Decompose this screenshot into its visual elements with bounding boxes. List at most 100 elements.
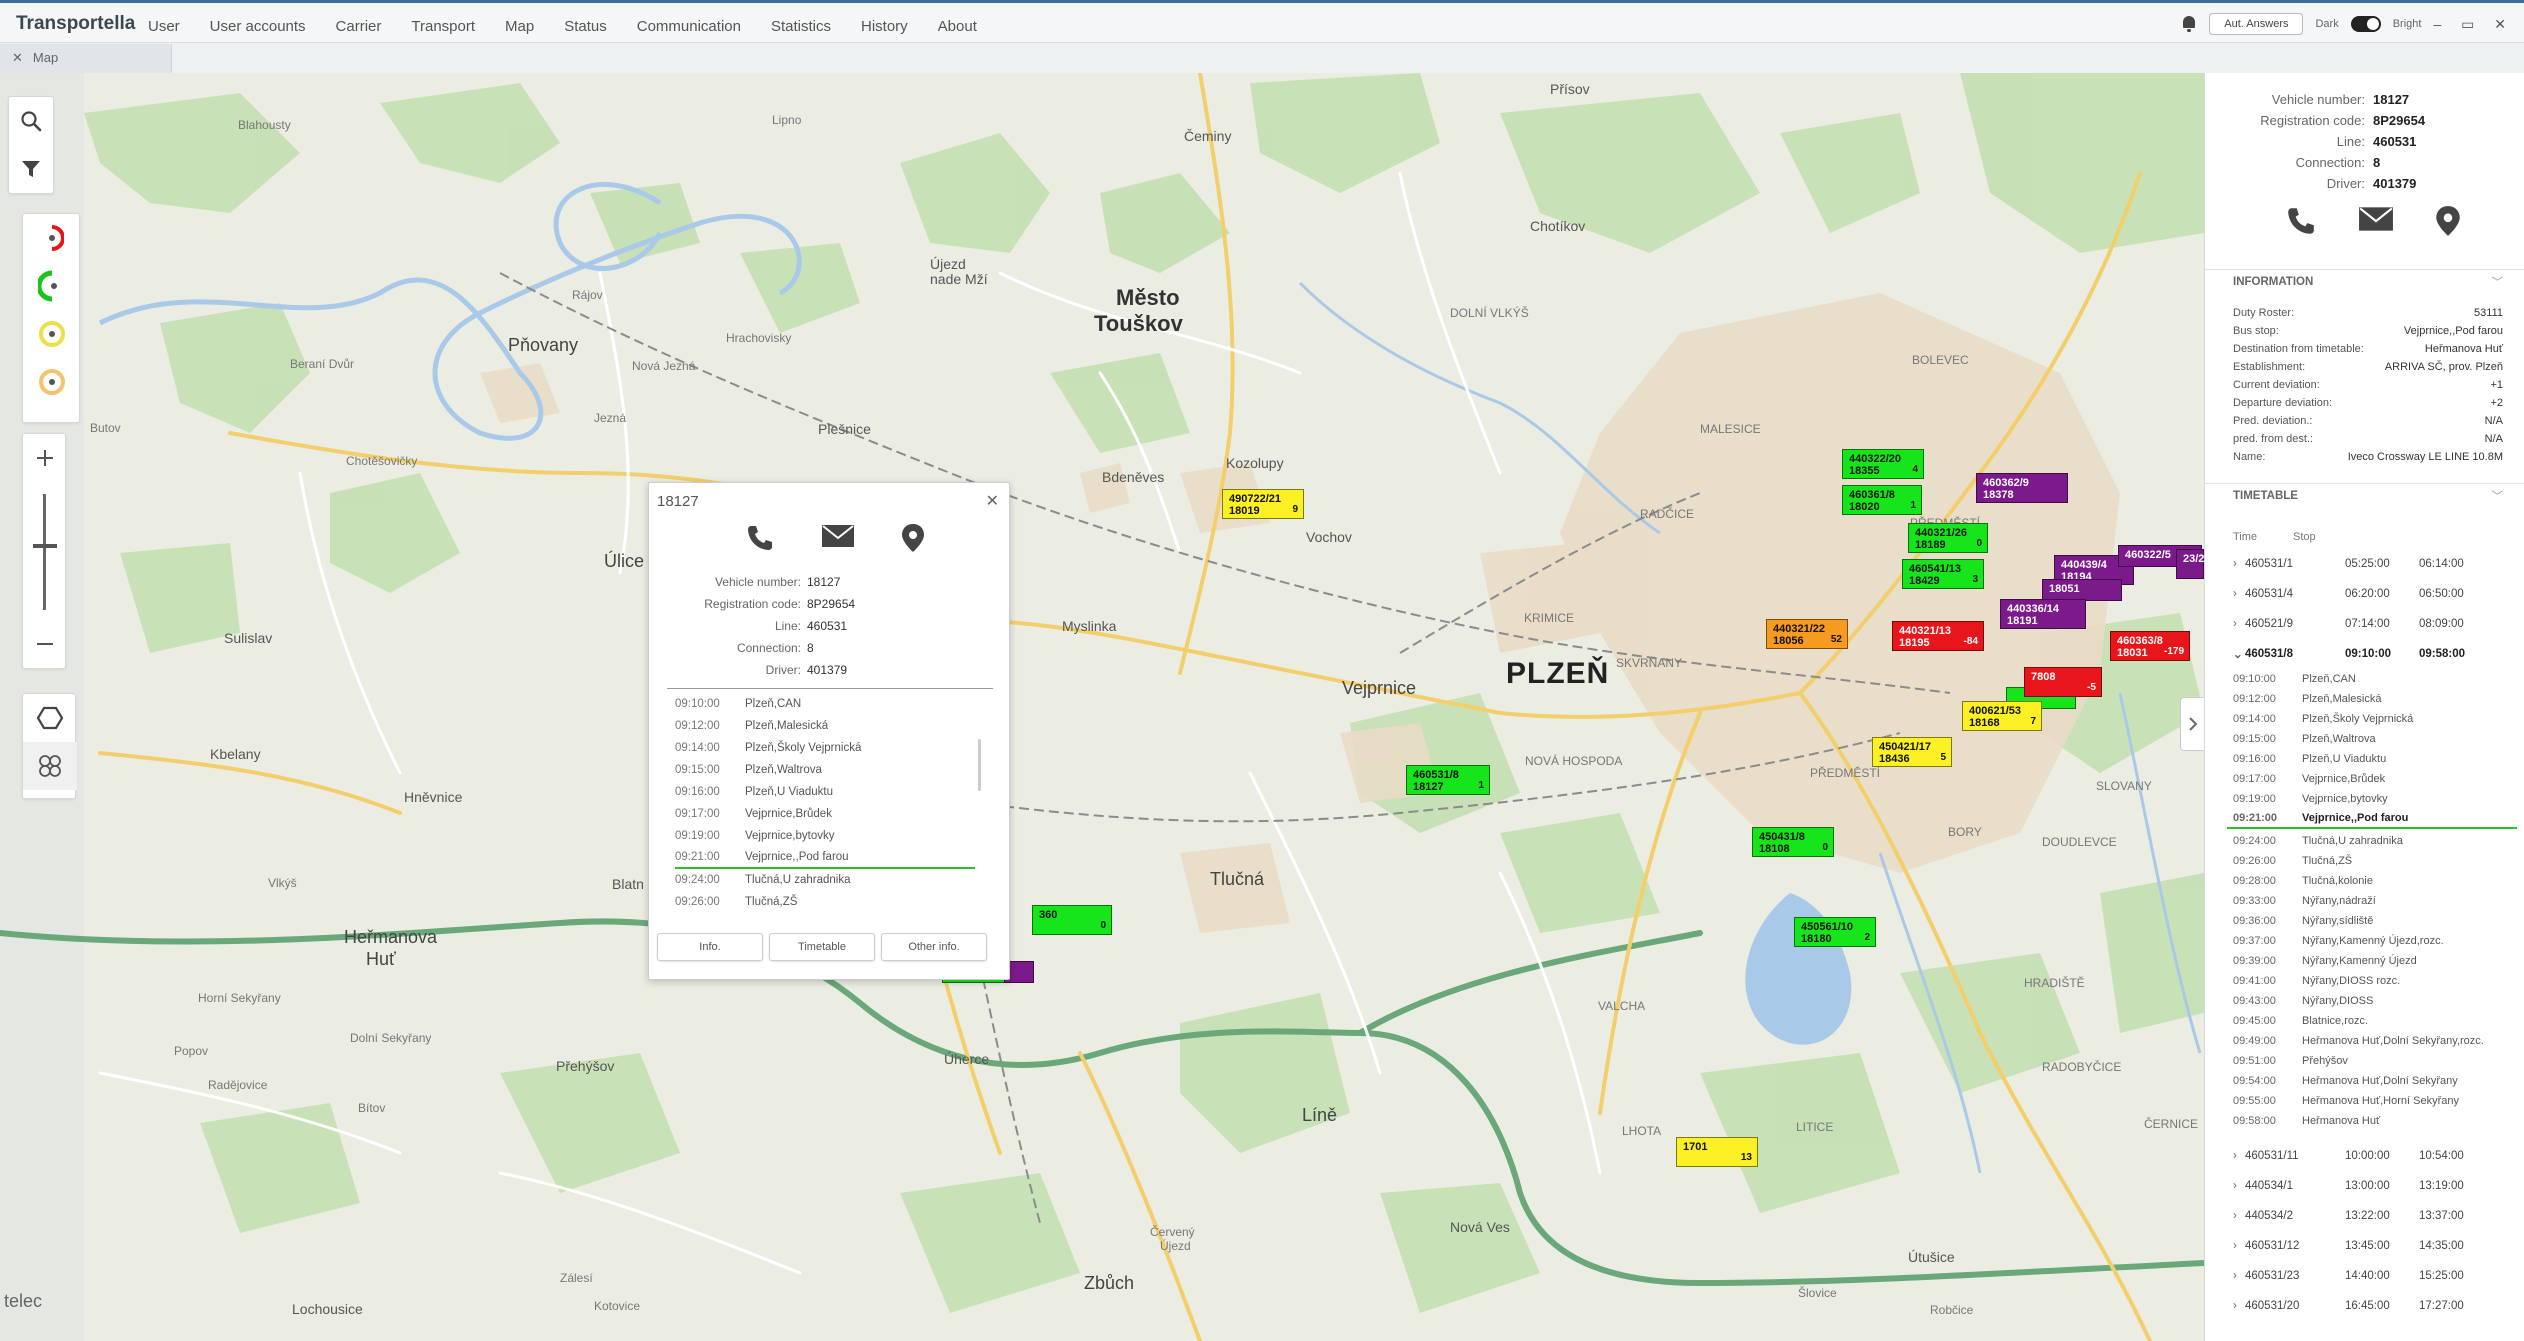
status-red-button[interactable] (23, 214, 81, 262)
trip-row[interactable]: › 460531/11 10:00:00 10:54:00 (2233, 1145, 2503, 1167)
vehicle-tag[interactable]: 460363/8 18031 -179 (2110, 631, 2190, 661)
vehicle-number: 18127 (1413, 781, 1444, 793)
status-green-icon (38, 270, 57, 302)
popup-close-button[interactable]: ✕ (986, 491, 999, 511)
place-bdeneves: Bdeněves (1102, 469, 1165, 485)
mail-icon[interactable] (821, 523, 855, 549)
menu-map[interactable]: Map (505, 18, 534, 35)
theme-toggle[interactable] (2350, 16, 2381, 32)
map-view[interactable]: Město Touškov PLZEŇ Vejprnice Úlice Tluč… (0, 73, 2204, 1341)
theme-bright-label: Bright (2392, 18, 2422, 30)
aut-answers-button[interactable]: Aut. Answers (2209, 13, 2304, 35)
menu-communication[interactable]: Communication (637, 18, 741, 35)
timetable-button[interactable]: Timetable (769, 933, 875, 961)
vehicle-number: 18019 (1229, 505, 1260, 517)
trip-row[interactable]: › 440534/2 13:22:00 13:37:00 (2233, 1205, 2503, 1227)
vehicle-tag-selected[interactable]: 460531/8 18127 1 (1406, 765, 1490, 795)
other-info-button[interactable]: Other info. (881, 933, 987, 961)
place-chotikov: Chotíkov (1530, 218, 1586, 234)
place-popov: Popov (174, 1044, 209, 1058)
vehicle-tag[interactable]: 23/2 (2176, 549, 2204, 579)
vehicle-number: 18108 (1759, 843, 1790, 855)
zoom-slider[interactable] (43, 494, 46, 610)
place-litice: LITICE (1796, 1120, 1834, 1134)
place-cerveny: Červený (1150, 1225, 1195, 1239)
vehicle-tag[interactable]: 440322/20 18355 4 (1842, 449, 1924, 479)
window-controls[interactable]: – ▭ ✕ (2433, 16, 2514, 33)
mail-icon[interactable] (2358, 205, 2394, 233)
info-button[interactable]: Info. (657, 933, 763, 961)
trip-row[interactable]: › 460521/9 07:14:00 08:09:00 (2233, 613, 2503, 635)
place-nova-hospoda: NOVÁ HOSPODA (1525, 754, 1623, 768)
menu-history[interactable]: History (861, 18, 908, 35)
place-robcice: Robčice (1930, 1303, 1974, 1317)
vehicle-tag[interactable]: 18051 (2042, 579, 2122, 601)
bell-icon[interactable] (2181, 15, 2197, 33)
app-title: Transportella (16, 13, 136, 34)
menu-statistics[interactable]: Statistics (771, 18, 831, 35)
menu-carrier[interactable]: Carrier (336, 18, 382, 35)
trip-row-expanded[interactable]: ⌄ 460531/8 09:10:00 09:58:00 (2233, 643, 2503, 665)
status-yellow-button[interactable] (23, 310, 81, 358)
zoom-slider-handle[interactable] (33, 544, 57, 548)
vehicle-tag[interactable]: 7808 -5 (2024, 667, 2102, 697)
phone-icon[interactable] (745, 523, 775, 553)
location-icon[interactable] (2435, 205, 2461, 237)
trip-row[interactable]: › 460531/23 14:40:00 15:25:00 (2233, 1265, 2503, 1287)
vehicle-tag[interactable]: 440321/13 18195 -84 (1892, 621, 1984, 651)
status-green-button[interactable] (23, 262, 81, 310)
vehicle-tag[interactable]: 360 0 (1032, 905, 1112, 935)
vehicle-tag[interactable]: 450561/10 18180 2 (1794, 917, 1876, 947)
zoom-out-button[interactable] (23, 620, 67, 668)
trip-row[interactable]: › 460531/12 13:45:00 14:35:00 (2233, 1235, 2503, 1257)
vehicle-tag[interactable]: 450421/17 18436 5 (1872, 737, 1952, 767)
vehicle-deviation: 9 (1292, 504, 1298, 515)
panel-field-driver: Driver: 401379 (2326, 176, 2417, 191)
trip-row[interactable]: › 460531/1 05:25:00 06:14:00 (2233, 553, 2503, 575)
trip-row[interactable]: › 440534/1 13:00:00 13:19:00 (2233, 1175, 2503, 1197)
trip-row[interactable]: › 460531/4 06:20:00 06:50:00 (2233, 583, 2503, 605)
zoom-controls (22, 433, 66, 669)
popup-scrollbar[interactable] (978, 739, 981, 791)
trip-row[interactable]: › 460531/20 16:45:00 17:27:00 (2233, 1295, 2503, 1317)
menu-about[interactable]: About (938, 18, 977, 35)
place-hnevnice: Hněvnice (404, 789, 463, 805)
vehicle-tag[interactable]: 460541/13 18429 3 (1902, 559, 1984, 589)
popup-stop-list[interactable]: 09:10:00 Plzeň,CAN 09:12:00 Plzeň,Malesick… (675, 693, 975, 913)
place-slovany: SLOVANY (2096, 779, 2152, 793)
polygon-tool-button[interactable] (23, 694, 77, 742)
place-telec: telec (4, 1291, 43, 1311)
vehicle-tag[interactable]: 490722/21 18019 9 (1222, 489, 1304, 519)
vehicle-line: 400621/53 (1969, 705, 2021, 717)
zoom-in-button[interactable] (23, 434, 67, 482)
close-tab-icon[interactable]: ✕ (12, 50, 23, 65)
menu-status[interactable]: Status (564, 18, 607, 35)
place-nova-jezna: Nová Jezná (632, 359, 696, 373)
cluster-tool-button[interactable] (23, 742, 77, 790)
menu-user[interactable]: User (148, 18, 180, 35)
panel-collapse-button[interactable] (2180, 697, 2204, 751)
vehicle-tag[interactable]: 450431/8 18108 0 (1752, 827, 1834, 857)
vehicle-tag[interactable]: 440321/22 18056 52 (1766, 619, 1848, 649)
location-icon[interactable] (901, 523, 925, 553)
place-sulislav: Sulislav (224, 630, 273, 646)
vehicle-line: 450431/8 (1759, 831, 1805, 843)
phone-icon[interactable] (2285, 205, 2317, 237)
menu-user-accounts[interactable]: User accounts (210, 18, 306, 35)
stop-row: 09:43:00 Nýřany,DIOSS (2233, 995, 2374, 1007)
timetable-section-header[interactable]: TIMETABLE ﹀ (2205, 483, 2524, 511)
vehicle-tag[interactable]: 440336/14 18191 (2000, 599, 2086, 629)
vehicle-line: 440321/22 (1773, 623, 1825, 635)
vehicle-tag[interactable]: 400621/53 18168 7 (1962, 701, 2042, 731)
map-filter-button[interactable] (9, 145, 53, 193)
vehicle-tag[interactable]: 1701 13 (1676, 1137, 1758, 1167)
status-orange-button[interactable] (23, 358, 81, 406)
information-section-header[interactable]: INFORMATION ﹀ (2205, 269, 2524, 297)
vehicle-tag[interactable]: 460362/9 18378 (1976, 473, 2068, 503)
vehicle-tag[interactable]: 460361/8 18020 1 (1842, 485, 1922, 515)
place-myslinka: Myslinka (1062, 618, 1117, 634)
vehicle-tag[interactable]: 440321/26 18189 0 (1908, 523, 1988, 553)
map-search-button[interactable] (9, 97, 53, 145)
tab-map[interactable]: ✕ Map (0, 44, 172, 73)
menu-transport[interactable]: Transport (411, 18, 475, 35)
